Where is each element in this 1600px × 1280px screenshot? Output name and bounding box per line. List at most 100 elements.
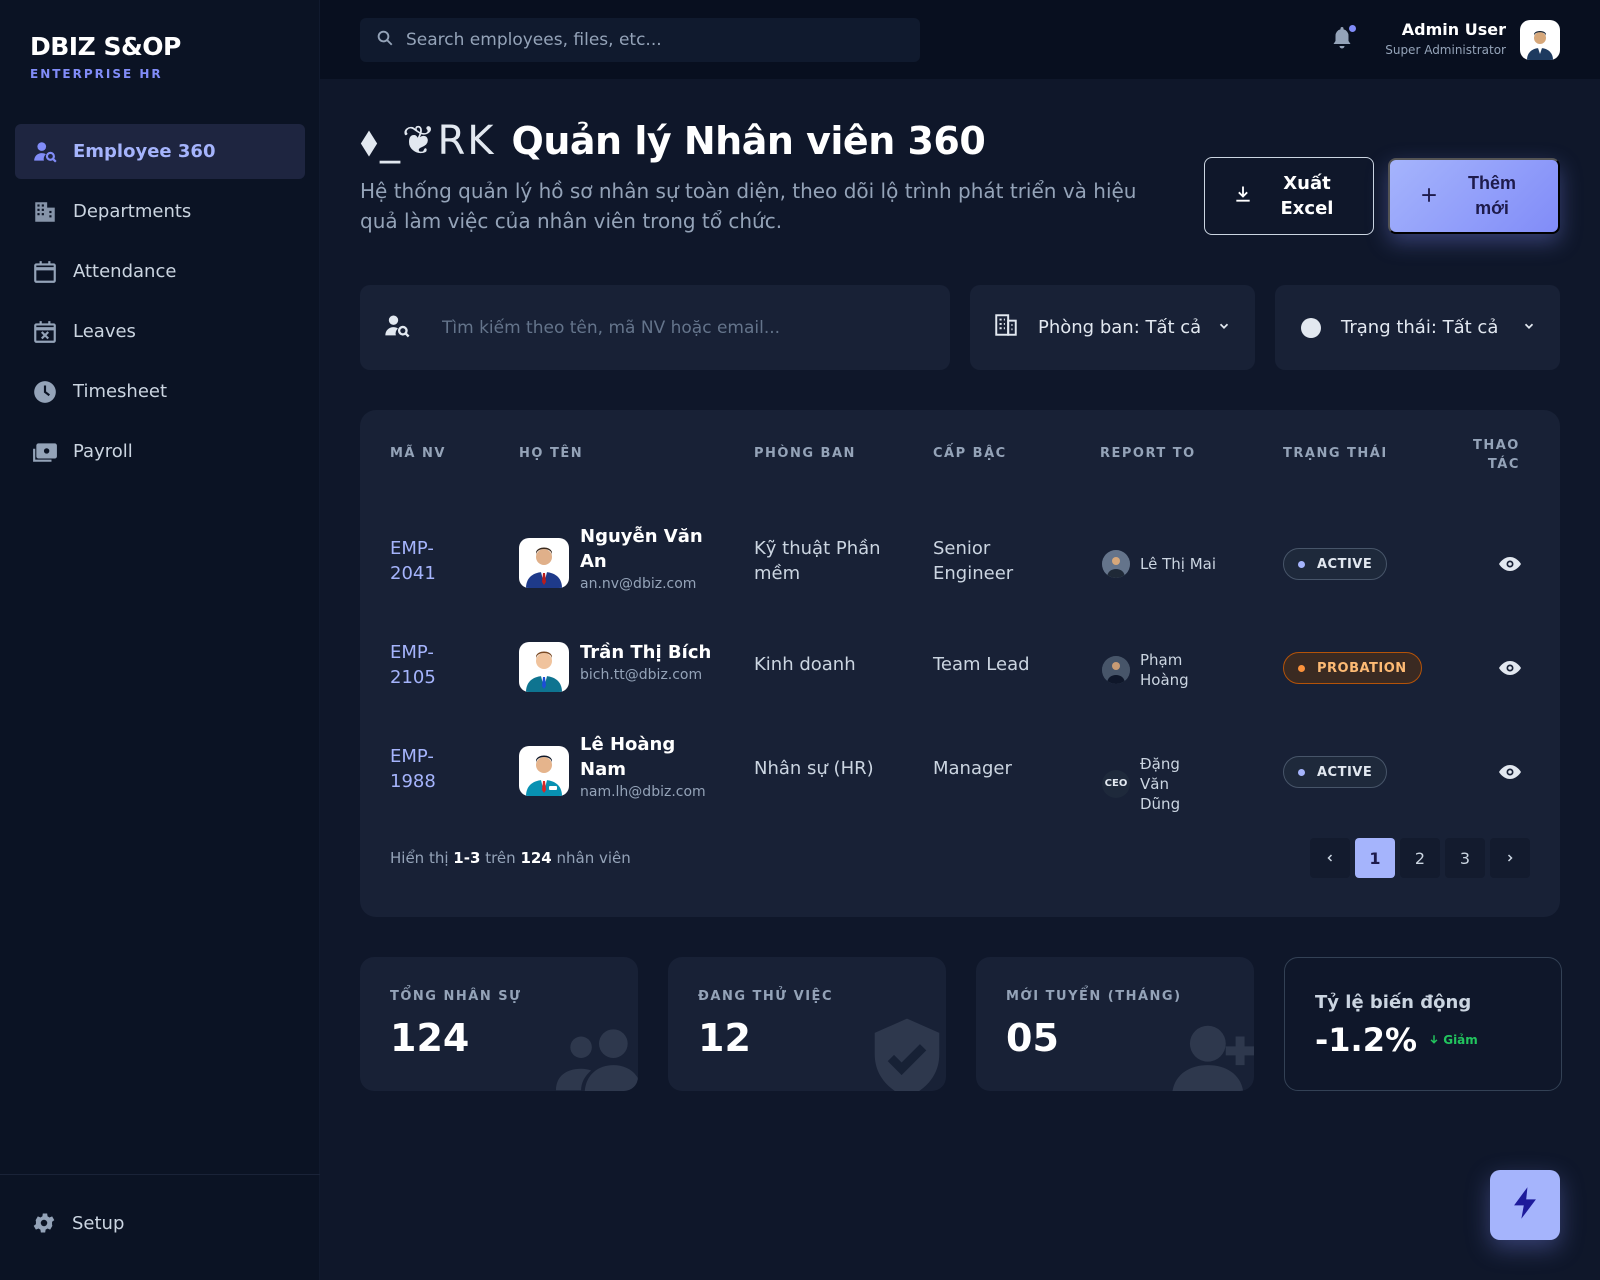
column-header-actions: THAO TÁC xyxy=(1473,438,1520,472)
report-to-name: Phạm Hoàng xyxy=(1140,651,1189,689)
page-button-1[interactable]: 1 xyxy=(1355,838,1395,878)
building-icon xyxy=(31,198,59,226)
add-new-button[interactable]: Thêm mới xyxy=(1388,158,1560,234)
quick-action-button[interactable] xyxy=(1490,1170,1560,1240)
setup-link[interactable]: Setup xyxy=(30,1209,124,1237)
page-button-2[interactable]: 2 xyxy=(1400,838,1440,878)
brand-subtitle: ENTERPRISE HR xyxy=(30,67,163,81)
employee-id: EMP-2105 xyxy=(390,642,436,688)
status-badge: PROBATION xyxy=(1283,652,1422,684)
sidebar-item-leaves[interactable]: Leaves xyxy=(15,304,305,359)
users-icon xyxy=(556,1015,638,1091)
global-search-input[interactable] xyxy=(406,30,886,50)
view-button[interactable] xyxy=(1498,552,1522,580)
brand: DBIZ S&OP ENTERPRISE HR xyxy=(30,32,181,81)
download-icon xyxy=(1233,184,1253,208)
user-role: Super Administrator xyxy=(1385,43,1506,57)
money-icon xyxy=(31,438,59,466)
employee-department: Kỹ thuật Phần mềm xyxy=(754,538,881,584)
employee-table: MÃ NV HỌ TÊN PHÒNG BAN CẤP BẬC REPORT TO… xyxy=(360,410,1560,917)
employee-email: nam.lh@dbiz.com xyxy=(580,784,706,800)
sidebar-item-timesheet[interactable]: Timesheet xyxy=(15,364,305,419)
report-to-name: Lê Thị Mai xyxy=(1140,555,1216,573)
calendar-icon xyxy=(31,258,59,286)
stat-label: Tỷ lệ biến động xyxy=(1315,992,1472,1013)
employee-name: Lê Hoàng Nam xyxy=(580,734,676,780)
sidebar: DBIZ S&OP ENTERPRISE HR Employee 360 Dep… xyxy=(0,0,320,1280)
employee-search[interactable] xyxy=(360,285,950,370)
sidebar-footer: Setup xyxy=(0,1174,320,1280)
setup-label: Setup xyxy=(72,1212,125,1234)
employee-level: Manager xyxy=(933,758,1012,779)
sidebar-item-employee-360[interactable]: Employee 360 xyxy=(15,124,305,179)
export-excel-label: Xuất Excel xyxy=(1280,173,1334,219)
sidebar-item-label: Timesheet xyxy=(73,381,168,402)
page-header: ⬧_❦RK Quản lý Nhân viên 360 Hệ thống quả… xyxy=(360,118,1180,236)
employee-name: Nguyễn Văn An xyxy=(580,526,703,572)
user-search-icon xyxy=(31,138,59,166)
notification-bell-icon[interactable] xyxy=(1330,25,1356,53)
next-page-button[interactable] xyxy=(1490,838,1530,878)
eye-icon xyxy=(1498,557,1522,580)
report-to: Lê Thị Mai xyxy=(1102,550,1216,578)
chevron-right-icon xyxy=(1504,849,1516,868)
employee-avatar xyxy=(519,642,569,692)
status-dot-icon xyxy=(1301,317,1321,338)
employee-avatar xyxy=(519,538,569,588)
column-header-report-to: REPORT TO xyxy=(1100,446,1196,461)
employee-id: EMP-1988 xyxy=(390,746,436,792)
department-filter-value: Phòng ban: Tất cả xyxy=(1038,317,1202,338)
stat-label: MỚI TUYỂN (THÁNG) xyxy=(1006,989,1182,1004)
user-avatar[interactable] xyxy=(1520,20,1560,60)
prev-page-button[interactable] xyxy=(1310,838,1350,878)
column-header-id: MÃ NV xyxy=(390,446,446,461)
topbar: Admin User Super Administrator xyxy=(320,0,1600,79)
view-button[interactable] xyxy=(1498,656,1522,684)
sidebar-item-payroll[interactable]: Payroll xyxy=(15,424,305,479)
sidebar-nav: Employee 360 Departments Attendance Leav… xyxy=(15,124,305,484)
stat-label: ĐANG THỬ VIỆC xyxy=(698,989,833,1004)
plus-icon xyxy=(1420,186,1438,207)
sidebar-item-label: Employee 360 xyxy=(73,141,216,162)
eye-icon xyxy=(1498,765,1522,788)
sidebar-item-label: Payroll xyxy=(73,441,133,462)
sidebar-item-label: Leaves xyxy=(73,321,136,342)
stat-value: -1.2% xyxy=(1315,1021,1418,1059)
notification-dot xyxy=(1349,25,1356,32)
building-icon xyxy=(992,312,1020,343)
report-to-avatar xyxy=(1102,656,1130,684)
status-filter[interactable]: Trạng thái: Tất cả xyxy=(1275,285,1560,370)
report-to: CEO Đặng Văn Dũng xyxy=(1102,754,1210,814)
report-to-avatar: CEO xyxy=(1102,770,1130,798)
employee-avatar xyxy=(519,746,569,796)
page-button-3[interactable]: 3 xyxy=(1445,838,1485,878)
shield-check-icon xyxy=(864,1015,946,1091)
column-header-name: HỌ TÊN xyxy=(519,446,584,461)
column-header-status: TRẠNG THÁI xyxy=(1283,446,1388,461)
calendar-x-icon xyxy=(31,318,59,346)
user-info[interactable]: Admin User Super Administrator xyxy=(1385,20,1506,57)
sidebar-item-label: Departments xyxy=(73,201,192,222)
sidebar-item-departments[interactable]: Departments xyxy=(15,184,305,239)
column-header-department: PHÒNG BAN xyxy=(754,446,856,461)
sidebar-item-attendance[interactable]: Attendance xyxy=(15,244,305,299)
user-search-icon xyxy=(382,312,412,344)
status-filter-value: Trạng thái: Tất cả xyxy=(1341,317,1499,338)
stat-probation: ĐANG THỬ VIỆC 12 xyxy=(668,957,946,1091)
employee-level: Team Lead xyxy=(933,654,1030,675)
employee-search-input[interactable] xyxy=(442,317,922,338)
arrow-down-icon xyxy=(1429,1033,1439,1047)
gear-icon xyxy=(30,1209,58,1237)
trend-indicator: Giảm xyxy=(1429,1033,1478,1047)
chevron-down-icon xyxy=(1522,317,1536,338)
brand-name: DBIZ S&OP xyxy=(30,32,181,61)
pagination: 1 2 3 xyxy=(1310,838,1530,878)
global-search[interactable] xyxy=(360,18,920,62)
eye-icon xyxy=(1498,661,1522,684)
user-name: Admin User xyxy=(1401,20,1506,39)
department-filter[interactable]: Phòng ban: Tất cả xyxy=(970,285,1255,370)
view-button[interactable] xyxy=(1498,760,1522,788)
export-excel-button[interactable]: Xuất Excel xyxy=(1204,157,1374,235)
header-logo-glyphs: ⬧_❦RK xyxy=(360,118,496,164)
stat-turnover: Tỷ lệ biến động -1.2% Giảm xyxy=(1284,957,1562,1091)
